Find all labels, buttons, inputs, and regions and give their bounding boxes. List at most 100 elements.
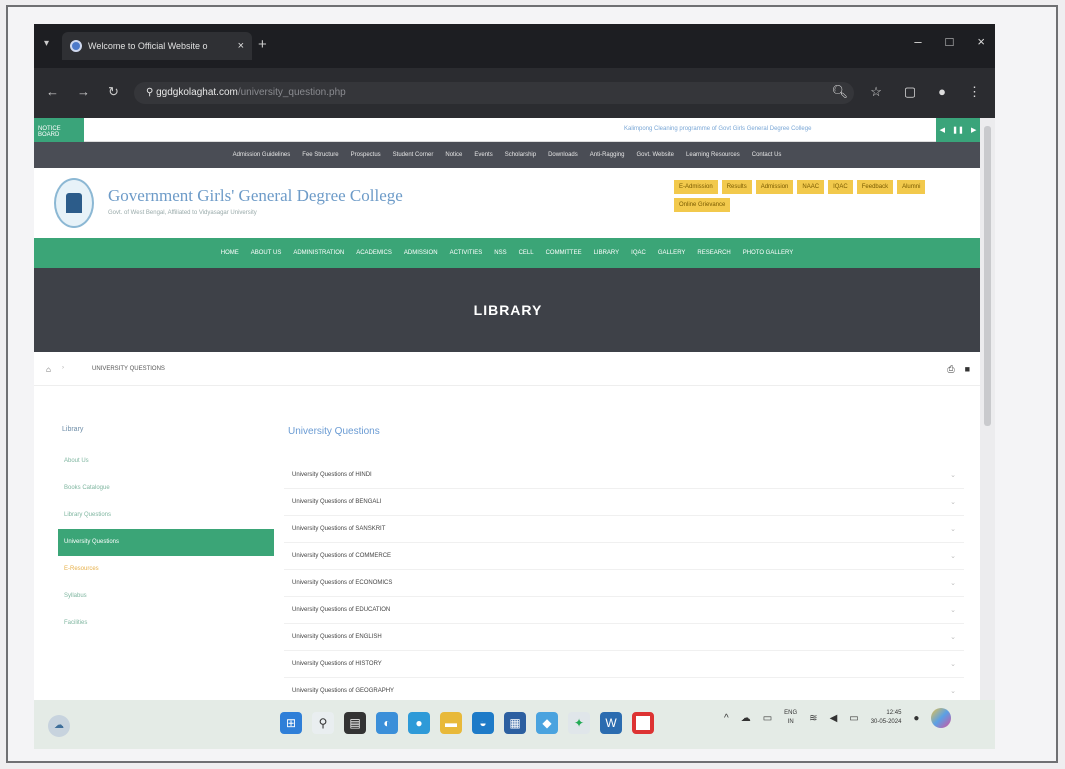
- main-nav-item[interactable]: ADMISSION: [404, 250, 438, 256]
- main-nav-item[interactable]: IQAC: [631, 250, 646, 256]
- clock[interactable]: 12:45 30-05-2024: [871, 709, 902, 727]
- start-icon[interactable]: ⊞: [280, 712, 302, 734]
- chevron-down-icon[interactable]: ⌄: [950, 552, 956, 560]
- top-nav-item[interactable]: Prospectus: [351, 152, 381, 158]
- store-icon[interactable]: ▦: [504, 712, 526, 734]
- chevron-down-icon[interactable]: ⌄: [950, 606, 956, 614]
- top-nav-item[interactable]: Events: [474, 152, 492, 158]
- top-nav-item[interactable]: Contact Us: [752, 152, 782, 158]
- wifi-icon[interactable]: ≋: [809, 713, 817, 724]
- word-icon[interactable]: W: [600, 712, 622, 734]
- chat-icon[interactable]: ●: [408, 712, 430, 734]
- sidebar-item[interactable]: About Us: [58, 448, 274, 475]
- copilot-icon[interactable]: [931, 708, 952, 728]
- menu-kebab-icon[interactable]: ⋮: [968, 84, 981, 100]
- file-explorer-icon[interactable]: ▬: [440, 712, 462, 734]
- chevron-down-icon[interactable]: ⌄: [950, 633, 956, 641]
- sidebar-item[interactable]: Library Questions: [58, 502, 274, 529]
- quick-link[interactable]: NAAC: [797, 180, 825, 194]
- college-logo[interactable]: [54, 178, 94, 228]
- chevron-down-icon[interactable]: ⌄: [950, 525, 956, 533]
- forward-icon[interactable]: →: [77, 84, 90, 100]
- chevron-down-icon[interactable]: ⌄: [950, 660, 956, 668]
- battery-icon[interactable]: ▭: [849, 713, 858, 724]
- volume-icon[interactable]: ◀: [830, 713, 838, 724]
- task-view-icon[interactable]: ▤: [344, 712, 366, 734]
- accordion-row[interactable]: University Questions of HISTORY ⌄: [284, 651, 964, 678]
- extensions-icon[interactable]: ▢: [904, 84, 916, 100]
- main-nav-item[interactable]: RESEARCH: [697, 250, 730, 256]
- main-nav-item[interactable]: PHOTO GALLERY: [743, 250, 793, 256]
- top-nav-item[interactable]: Downloads: [548, 152, 578, 158]
- top-nav-item[interactable]: Student Corner: [393, 152, 434, 158]
- reload-icon[interactable]: ↻: [108, 84, 119, 100]
- main-nav-item[interactable]: HOME: [221, 250, 239, 256]
- quick-link[interactable]: E-Admission: [674, 180, 718, 194]
- new-tab-button[interactable]: +: [258, 36, 267, 53]
- scrollbar-thumb[interactable]: [984, 126, 991, 426]
- accordion-row[interactable]: University Questions of HINDI ⌄: [284, 462, 964, 489]
- chevron-down-icon[interactable]: ⌄: [950, 471, 956, 479]
- share-icon[interactable]: ■: [965, 364, 970, 375]
- zoom-icon[interactable]: 🔍︎: [832, 84, 849, 100]
- top-nav-item[interactable]: Notice: [445, 152, 462, 158]
- sidebar-item[interactable]: Books Catalogue: [58, 475, 274, 502]
- sidebar-item[interactable]: Syllabus: [58, 583, 274, 610]
- widgets-icon[interactable]: ◐: [376, 712, 398, 734]
- top-nav-item[interactable]: Anti-Ragging: [590, 152, 625, 158]
- accordion-row[interactable]: University Questions of SANSKRIT ⌄: [284, 516, 964, 543]
- maximize-button[interactable]: □: [946, 34, 954, 49]
- monitor-icon[interactable]: ▭: [763, 713, 772, 724]
- page-scrollbar[interactable]: [980, 118, 995, 700]
- browser-tab[interactable]: Welcome to Official Website o ×: [62, 32, 252, 60]
- notice-ticker[interactable]: Kalimpong Cleaning programme of Govt Gir…: [624, 126, 811, 132]
- top-nav-item[interactable]: Admission Guidelines: [233, 152, 291, 158]
- main-nav-item[interactable]: GALLERY: [658, 250, 686, 256]
- url-field[interactable]: ⚲ ggdgkolaghat.com/university_question.p…: [134, 82, 854, 104]
- next-icon[interactable]: ▶: [971, 126, 976, 134]
- quick-link[interactable]: Alumni: [897, 180, 926, 194]
- site-info-icon[interactable]: ⚲: [146, 87, 156, 98]
- bookmark-star-icon[interactable]: ☆: [870, 84, 882, 100]
- close-tab-icon[interactable]: ×: [238, 40, 244, 52]
- accordion-row[interactable]: University Questions of BENGALI ⌄: [284, 489, 964, 516]
- top-nav-item[interactable]: Fee Structure: [302, 152, 338, 158]
- tab-search-icon[interactable]: ▾: [44, 38, 49, 49]
- search-icon[interactable]: ⚲: [312, 712, 334, 734]
- notification-icon[interactable]: ●: [913, 713, 919, 724]
- accordion-row[interactable]: University Questions of EDUCATION ⌄: [284, 597, 964, 624]
- profile-icon[interactable]: ●: [938, 84, 946, 100]
- main-nav-item[interactable]: CELL: [519, 250, 534, 256]
- chrome-icon[interactable]: [632, 712, 654, 734]
- print-icon[interactable]: ⎙: [947, 364, 954, 375]
- minimize-button[interactable]: –: [914, 34, 921, 49]
- accordion-row[interactable]: University Questions of COMMERCE ⌄: [284, 543, 964, 570]
- home-icon[interactable]: ⌂: [46, 365, 51, 374]
- main-nav-item[interactable]: COMMITTEE: [546, 250, 582, 256]
- chevron-down-icon[interactable]: ⌄: [950, 687, 956, 695]
- quick-link[interactable]: IQAC: [828, 180, 853, 194]
- back-icon[interactable]: ←: [46, 84, 59, 100]
- top-nav-item[interactable]: Scholarship: [505, 152, 536, 158]
- quick-link[interactable]: Results: [721, 180, 752, 194]
- sidebar-item[interactable]: Facilities: [58, 610, 274, 637]
- accordion-row[interactable]: University Questions of ENGLISH ⌄: [284, 624, 964, 651]
- main-nav-item[interactable]: NSS: [494, 250, 506, 256]
- quick-link[interactable]: Feedback: [856, 180, 894, 194]
- chevron-down-icon[interactable]: ⌄: [950, 498, 956, 506]
- main-nav-item[interactable]: ACADEMICS: [356, 250, 392, 256]
- top-nav-item[interactable]: Govt. Website: [636, 152, 674, 158]
- language-indicator[interactable]: ENG IN: [784, 709, 797, 727]
- pause-icon[interactable]: ❚❚: [952, 126, 964, 134]
- main-nav-item[interactable]: LIBRARY: [594, 250, 620, 256]
- chevron-up-icon[interactable]: ^: [724, 713, 729, 724]
- main-nav-item[interactable]: ADMINISTRATION: [293, 250, 344, 256]
- quick-link[interactable]: Online Grievance: [674, 198, 731, 212]
- edge-icon[interactable]: ◒: [472, 712, 494, 734]
- main-nav-item[interactable]: ACTIVITIES: [450, 250, 483, 256]
- accordion-row[interactable]: University Questions of GEOGRAPHY ⌄: [284, 678, 964, 700]
- sidebar-item[interactable]: E-Resources: [58, 556, 274, 583]
- top-nav-item[interactable]: Learning Resources: [686, 152, 740, 158]
- app-icon[interactable]: ◆: [536, 712, 558, 734]
- chevron-down-icon[interactable]: ⌄: [950, 579, 956, 587]
